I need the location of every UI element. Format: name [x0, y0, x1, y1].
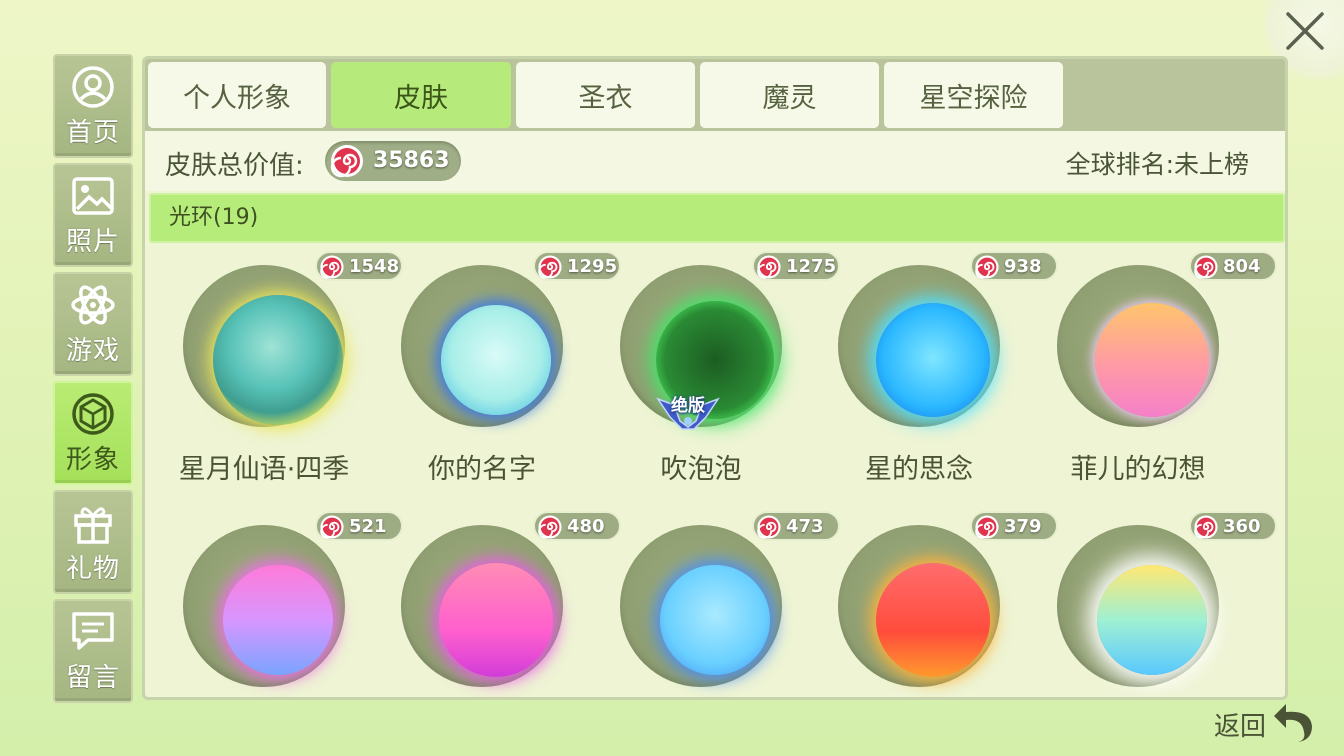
tab-bar: 个人形象 皮肤 圣衣 魔灵 星空探险 — [145, 59, 1285, 131]
tab-holy-cloth[interactable]: 圣衣 — [516, 62, 695, 128]
item-name: 吹泡泡 — [660, 454, 742, 485]
sidebar-item-games[interactable]: 游戏 — [53, 272, 133, 376]
gift-icon — [70, 500, 116, 546]
sidebar-item-avatar[interactable]: 形象 — [53, 381, 133, 485]
item-disc — [1057, 265, 1219, 427]
item-price: 938 — [1004, 256, 1042, 277]
user-circle-icon — [70, 64, 116, 110]
return-arrow-icon — [1274, 704, 1312, 742]
candy-coin-icon — [320, 255, 344, 279]
halo-item[interactable]: 521 — [169, 511, 403, 697]
category-header-halo[interactable]: 光环(19) — [149, 193, 1285, 243]
skin-grid: 1548 星月仙语·四季 1295 你的名字 1275 吹泡泡 绝版 938 星… — [145, 251, 1285, 697]
diamond-icon — [70, 391, 116, 437]
sidebar-nav: 首页 照片 游戏 形象 礼物 留言 — [53, 54, 133, 708]
violet-halo-orb — [223, 565, 333, 675]
total-value: 35863 — [373, 148, 450, 173]
fantasy-halo-orb — [1095, 303, 1209, 417]
halo-item[interactable]: 804 菲儿的幻想 — [1043, 251, 1277, 501]
tab-star-adventure[interactable]: 星空探险 — [884, 62, 1063, 128]
candy-coin-icon — [757, 255, 781, 279]
item-price: 360 — [1223, 516, 1261, 537]
main-panel: 个人形象 皮肤 圣衣 魔灵 星空探险 皮肤总价值: 35863 全球排名:未上榜… — [142, 56, 1288, 700]
item-disc — [1057, 525, 1219, 687]
atom-icon — [70, 282, 116, 328]
global-rank: 全球排名:未上榜 — [1065, 150, 1249, 179]
halo-item[interactable]: 480 — [387, 511, 621, 697]
tab-personal-image[interactable]: 个人形象 — [148, 62, 326, 128]
halo-item[interactable]: 1548 星月仙语·四季 — [169, 251, 403, 501]
candy-coin-icon — [330, 145, 363, 178]
sidebar-item-label: 首页 — [65, 117, 120, 148]
skin-summary: 皮肤总价值: 35863 全球排名:未上榜 — [145, 131, 1285, 191]
item-price: 521 — [349, 516, 387, 537]
item-disc — [183, 525, 345, 687]
azure-halo-orb — [660, 565, 770, 675]
badge-label: 绝版 — [671, 396, 705, 416]
sidebar-item-label: 游戏 — [65, 335, 120, 366]
halo-item[interactable]: 938 星的思念 — [824, 251, 1058, 501]
item-disc — [401, 265, 563, 427]
magenta-halo-orb — [439, 563, 553, 677]
item-name: 你的名字 — [428, 454, 536, 485]
your-name-halo-orb — [441, 305, 551, 415]
back-button[interactable]: 返回 — [1214, 700, 1314, 748]
candy-coin-icon — [1194, 515, 1218, 539]
price-tag: 804 — [1189, 251, 1277, 281]
candy-coin-icon — [538, 515, 562, 539]
halo-item[interactable]: 379 — [824, 511, 1058, 697]
sidebar-item-label: 留言 — [65, 662, 120, 693]
candy-coin-icon — [975, 515, 999, 539]
close-x-icon — [1286, 12, 1324, 50]
tab-spirit[interactable]: 魔灵 — [700, 62, 879, 128]
item-disc — [620, 525, 782, 687]
candy-coin-icon — [1194, 255, 1218, 279]
rainbow-halo-orb — [1097, 565, 1207, 675]
sidebar-item-photos[interactable]: 照片 — [53, 163, 133, 267]
picture-icon — [70, 173, 116, 219]
star-thought-halo-orb — [876, 303, 990, 417]
candy-coin-icon — [975, 255, 999, 279]
total-value-pill: 35863 — [325, 141, 461, 181]
item-disc — [838, 525, 1000, 687]
back-label: 返回 — [1214, 712, 1267, 742]
total-value-label: 皮肤总价值: — [165, 151, 304, 181]
price-tag: 360 — [1189, 511, 1277, 541]
halo-item[interactable]: 1295 你的名字 — [387, 251, 621, 501]
sidebar-item-label: 照片 — [65, 226, 120, 257]
item-price: 804 — [1223, 256, 1261, 277]
sidebar-item-home[interactable]: 首页 — [53, 54, 133, 158]
halo-item[interactable]: 473 — [606, 511, 840, 697]
item-disc — [838, 265, 1000, 427]
sidebar-item-label: 形象 — [65, 444, 120, 475]
item-name: 星的思念 — [865, 454, 973, 485]
item-price: 480 — [567, 516, 605, 537]
item-name: 菲儿的幻想 — [1070, 454, 1206, 485]
sidebar-item-label: 礼物 — [65, 553, 120, 584]
limited-edition-badge: 绝版 — [656, 387, 720, 430]
sidebar-item-gifts[interactable]: 礼物 — [53, 490, 133, 594]
item-name: 星月仙语·四季 — [178, 454, 350, 485]
flame-halo-orb — [876, 563, 990, 677]
sidebar-item-messages[interactable]: 留言 — [53, 599, 133, 703]
halo-item[interactable]: 360 — [1043, 511, 1277, 697]
candy-coin-icon — [757, 515, 781, 539]
candy-coin-icon — [320, 515, 344, 539]
item-price: 473 — [786, 516, 824, 537]
item-disc — [183, 265, 345, 427]
candy-coin-icon — [538, 255, 562, 279]
tab-skin[interactable]: 皮肤 — [331, 62, 511, 128]
item-disc — [401, 525, 563, 687]
item-price: 379 — [1004, 516, 1042, 537]
seasons-halo-orb — [213, 295, 343, 425]
message-icon — [70, 609, 116, 655]
halo-item[interactable]: 1275 吹泡泡 绝版 — [606, 251, 840, 501]
